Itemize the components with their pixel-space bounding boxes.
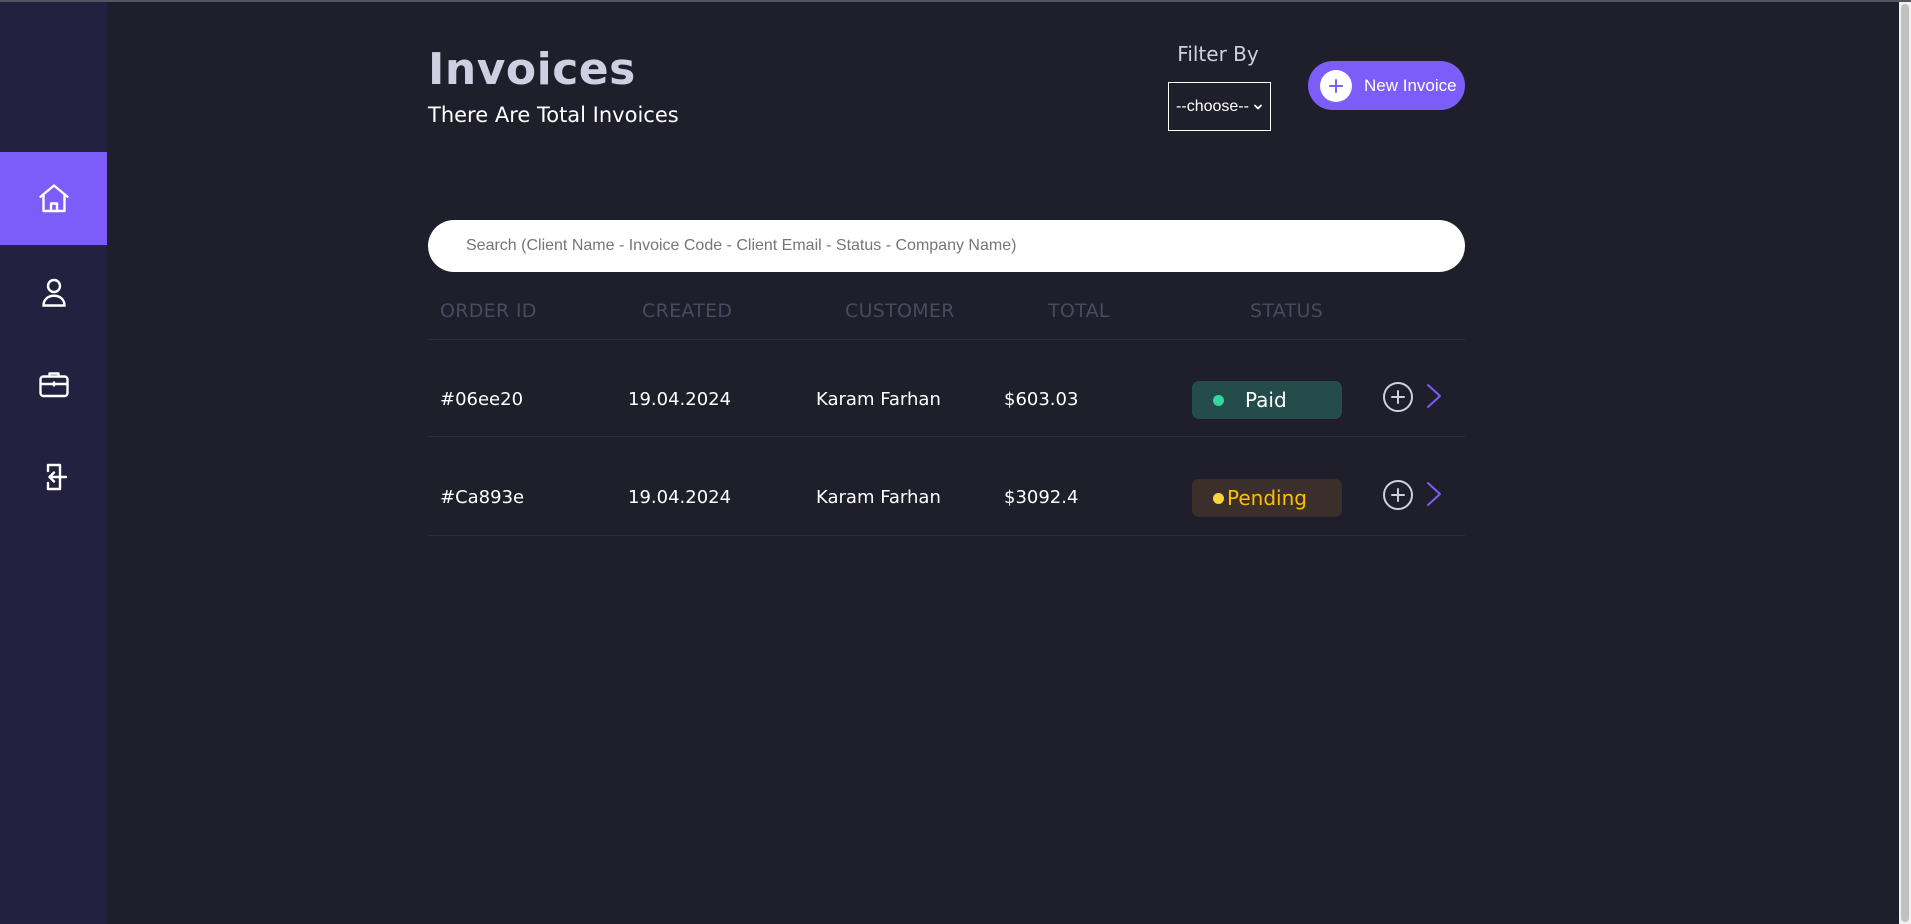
- chevron-down-icon: [1254, 104, 1262, 109]
- briefcase-icon: [38, 371, 69, 397]
- page-title: Invoices: [428, 44, 636, 95]
- customer-cell: Karam Farhan: [816, 487, 941, 508]
- chevron-right-icon[interactable]: [1422, 381, 1446, 411]
- order-id-cell: #06ee20: [440, 389, 524, 410]
- scrollbar-thumb[interactable]: [1901, 4, 1909, 922]
- page-subtitle: There Are Total Invoices: [428, 103, 679, 127]
- sidebar-item-logout[interactable]: [0, 430, 107, 523]
- home-icon: [38, 183, 69, 212]
- column-header-customer: CUSTOMER: [845, 300, 955, 322]
- chevron-right-icon[interactable]: [1422, 479, 1446, 509]
- column-header-total: TOTAL: [1048, 300, 1110, 322]
- table-divider: [428, 339, 1465, 340]
- column-header-created: CREATED: [642, 300, 733, 322]
- status-label: Pending: [1227, 486, 1307, 510]
- add-circle-icon[interactable]: [1382, 479, 1414, 511]
- new-invoice-button[interactable]: New Invoice: [1308, 61, 1465, 110]
- status-dot: [1213, 492, 1224, 504]
- sidebar: [0, 2, 107, 924]
- filter-select[interactable]: --choose--: [1168, 82, 1271, 131]
- status-dot: [1213, 394, 1224, 406]
- table-divider: [428, 436, 1465, 437]
- logout-icon: [46, 463, 67, 490]
- created-cell: 19.04.2024: [628, 487, 732, 508]
- sidebar-item-home[interactable]: [0, 152, 107, 245]
- column-header-status: STATUS: [1250, 300, 1324, 322]
- vertical-scrollbar[interactable]: [1899, 2, 1911, 924]
- sidebar-item-work[interactable]: [0, 337, 107, 430]
- column-header-order-id: ORDER ID: [440, 300, 537, 322]
- status-badge: Pending: [1192, 479, 1342, 517]
- total-cell: $603.03: [1004, 389, 1079, 410]
- total-cell: $3092.4: [1004, 487, 1079, 508]
- customer-cell: Karam Farhan: [816, 389, 941, 410]
- add-circle-icon[interactable]: [1382, 381, 1414, 413]
- order-id-cell: #Ca893e: [440, 487, 525, 508]
- plus-icon: [1320, 69, 1352, 102]
- sidebar-item-profile[interactable]: [0, 245, 107, 338]
- filter-selected-value: --choose--: [1176, 97, 1249, 115]
- window-top-border: [0, 0, 1911, 2]
- user-icon: [41, 278, 66, 307]
- created-cell: 19.04.2024: [628, 389, 732, 410]
- table-divider: [428, 535, 1465, 536]
- status-badge: Paid: [1192, 381, 1342, 419]
- new-invoice-label: New Invoice: [1364, 75, 1457, 95]
- search-input[interactable]: [428, 220, 1465, 272]
- status-label: Paid: [1245, 388, 1287, 412]
- filter-label: Filter By: [1177, 42, 1259, 66]
